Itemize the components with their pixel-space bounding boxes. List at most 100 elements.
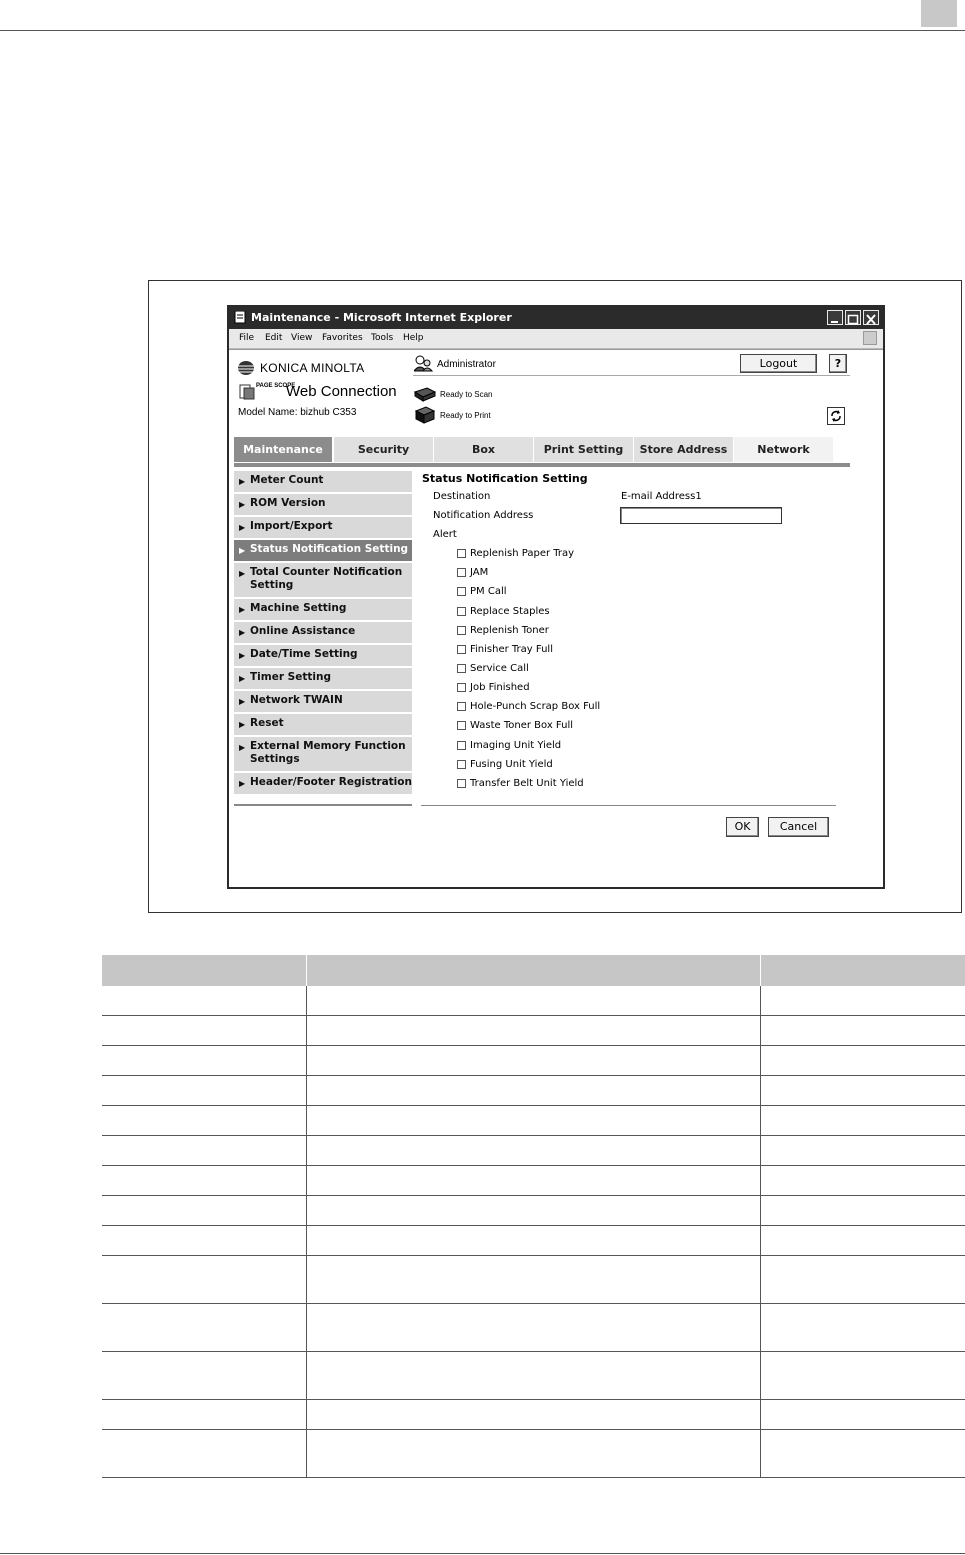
table-cell: [102, 1351, 307, 1400]
sidebar-item-machine-setting[interactable]: ▶ Machine Setting: [234, 599, 412, 620]
table-row: [102, 1045, 965, 1076]
checkbox[interactable]: [457, 664, 466, 673]
tab-print-setting[interactable]: Print Setting: [533, 437, 633, 462]
sidebar-item-date-time-setting[interactable]: ▶ Date/Time Setting: [234, 645, 412, 666]
sidebar-item-reset[interactable]: ▶ Reset: [234, 714, 412, 735]
checkbox[interactable]: [457, 587, 466, 596]
table-cell: [102, 1045, 307, 1076]
checkbox[interactable]: [457, 568, 466, 577]
maximize-icon: [847, 314, 859, 325]
table-cell: [102, 1399, 307, 1430]
tab-maintenance[interactable]: Maintenance: [234, 437, 332, 462]
browser-window: Maintenance - Microsoft Internet Explore…: [227, 305, 885, 889]
sidebar-item-header-footer[interactable]: ▶ Header/Footer Registration: [234, 773, 412, 794]
checkbox-label: Hole-Punch Scrap Box Full: [470, 701, 601, 712]
menu-favorites[interactable]: Favorites: [322, 333, 363, 343]
sidebar-item-rom-version[interactable]: ▶ ROM Version: [234, 494, 412, 515]
sidebar-item-label: Total Counter Notification Setting: [250, 566, 403, 591]
tab-box[interactable]: Box: [433, 437, 533, 462]
menu-view[interactable]: View: [291, 333, 312, 343]
window-title: Maintenance - Microsoft Internet Explore…: [251, 311, 512, 324]
checkbox[interactable]: [457, 683, 466, 692]
arrow-right-icon: ▶: [239, 500, 246, 509]
table-cell: [306, 1255, 761, 1304]
settings-table: [102, 955, 965, 1478]
checkbox[interactable]: [457, 645, 466, 654]
table-cell: [760, 1225, 965, 1256]
table-cell: [306, 1015, 761, 1046]
user-role: Administrator: [437, 359, 496, 370]
sidebar-item-network-twain[interactable]: ▶ Network TWAIN: [234, 691, 412, 712]
sidebar-item-total-counter-notification[interactable]: ▶ Total Counter Notification Setting: [234, 563, 412, 597]
table-cell: [306, 1045, 761, 1076]
table-cell: [760, 1015, 965, 1046]
checkbox[interactable]: [457, 549, 466, 558]
menu-edit[interactable]: Edit: [265, 333, 282, 343]
pagescope-label: PAGE SCOPE: [256, 383, 296, 389]
sidebar-item-import-export[interactable]: ▶ Import/Export: [234, 517, 412, 538]
checkbox[interactable]: [457, 721, 466, 730]
table-row: [102, 1303, 965, 1352]
table-cell: [102, 1225, 307, 1256]
checkbox[interactable]: [457, 702, 466, 711]
sidebar-item-timer-setting[interactable]: ▶ Timer Setting: [234, 668, 412, 689]
arrow-right-icon: ▶: [239, 720, 246, 729]
page-number-badge: [921, 0, 957, 27]
arrow-right-icon: ▶: [239, 697, 246, 706]
help-button[interactable]: ?: [829, 354, 847, 373]
destination-value: E-mail Address1: [621, 491, 702, 502]
checkbox-label: Fusing Unit Yield: [470, 759, 553, 770]
tab-security[interactable]: Security: [333, 437, 433, 462]
notification-address-input[interactable]: [620, 507, 782, 524]
tab-store-address[interactable]: Store Address: [633, 437, 733, 462]
checkbox[interactable]: [457, 779, 466, 788]
table-header-row: [102, 955, 965, 986]
table-header-cell: [102, 955, 307, 986]
sidebar-item-label: Network TWAIN: [250, 694, 343, 706]
konica-minolta-globe-icon: [238, 361, 254, 375]
checkbox[interactable]: [457, 760, 466, 769]
menu-help[interactable]: Help: [403, 333, 424, 343]
logout-button[interactable]: Logout: [740, 354, 817, 373]
table-cell: [760, 986, 965, 1016]
sidebar-item-meter-count[interactable]: ▶ Meter Count: [234, 471, 412, 492]
cancel-button[interactable]: Cancel: [768, 817, 829, 837]
checkbox-label: Job Finished: [470, 682, 530, 693]
checkbox[interactable]: [457, 741, 466, 750]
minimize-button[interactable]: [827, 310, 843, 325]
tab-network[interactable]: Network: [733, 437, 833, 462]
arrow-right-icon: ▶: [239, 674, 246, 683]
tab-bar: Maintenance Security Box Print Setting S…: [234, 437, 850, 464]
table-header-cell: [760, 955, 965, 986]
close-button[interactable]: [863, 310, 879, 325]
checkbox-label: Imaging Unit Yield: [470, 740, 562, 751]
checkbox-label: Replace Staples: [470, 606, 550, 617]
table-row: [102, 1015, 965, 1046]
table-cell: [760, 1303, 965, 1352]
ok-button[interactable]: OK: [726, 817, 759, 837]
scan-status: Ready to Scan: [440, 390, 493, 399]
table-cell: [760, 1045, 965, 1076]
table-cell: [306, 1225, 761, 1256]
menu-file[interactable]: File: [239, 333, 254, 343]
checkbox-label: Waste Toner Box Full: [470, 720, 574, 731]
checkbox-label: PM Call: [470, 586, 507, 597]
table-row: [102, 986, 965, 1016]
sidebar-item-online-assistance[interactable]: ▶ Online Assistance: [234, 622, 412, 643]
maximize-button[interactable]: [845, 310, 861, 325]
table-row: [102, 1165, 965, 1196]
checkbox[interactable]: [457, 607, 466, 616]
menu-tools[interactable]: Tools: [371, 333, 393, 343]
checkbox[interactable]: [457, 626, 466, 635]
refresh-icon[interactable]: [827, 407, 845, 425]
sidebar-item-external-memory[interactable]: ▶ External Memory Function Settings: [234, 737, 412, 771]
table-cell: [102, 1105, 307, 1136]
title-bar[interactable]: Maintenance - Microsoft Internet Explore…: [229, 307, 883, 329]
arrow-right-icon: ▶: [239, 628, 246, 637]
print-status: Ready to Print: [440, 411, 491, 420]
notification-address-label: Notification Address: [433, 510, 534, 521]
sidebar-item-status-notification[interactable]: ▶ Status Notification Setting: [234, 540, 412, 561]
table-row: [102, 1255, 965, 1304]
table-cell: [760, 1195, 965, 1226]
sidebar-item-label: Machine Setting: [250, 602, 347, 614]
